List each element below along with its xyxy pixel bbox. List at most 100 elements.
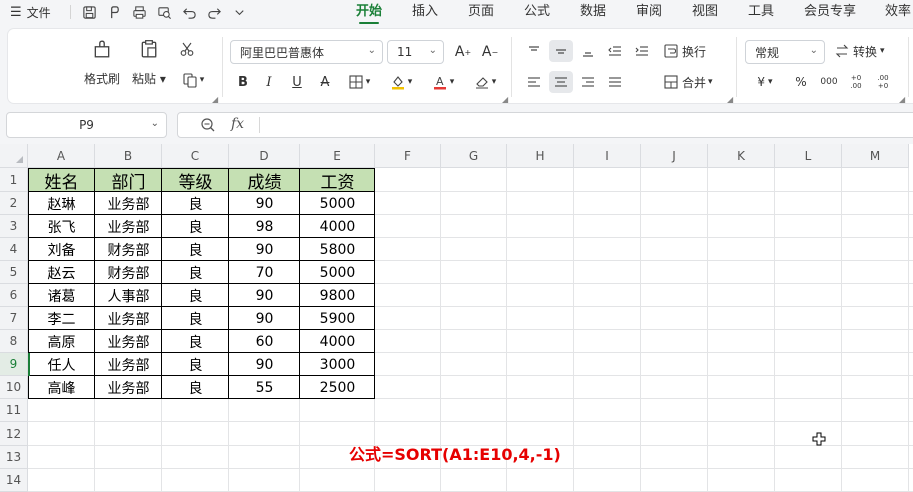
italic-icon[interactable]: I <box>260 72 278 92</box>
table-cell[interactable]: 赵琳 <box>28 192 95 215</box>
table-cell[interactable]: 财务部 <box>95 238 162 261</box>
spreadsheet-grid[interactable]: ABCDEFGHIJKLM 1 2 3 4 5 6 7 8 9 10 11 12 13 14 姓名 部门 等级… <box>0 144 913 492</box>
table-cell[interactable]: 70 <box>229 261 300 284</box>
align-left-icon[interactable] <box>523 71 545 93</box>
table-header-cell[interactable]: 姓名 <box>28 168 95 193</box>
row-header[interactable]: 1 <box>0 168 28 192</box>
font-launcher-icon[interactable]: ◢ <box>502 95 508 104</box>
clipboard-launcher-icon[interactable]: ◢ <box>212 95 218 104</box>
table-cell[interactable]: 98 <box>229 215 300 238</box>
undo-icon[interactable] <box>177 1 202 23</box>
column-header[interactable]: I <box>574 144 641 168</box>
paste-icon[interactable] <box>137 37 161 61</box>
row-header[interactable]: 4 <box>0 238 28 261</box>
column-header[interactable]: K <box>708 144 775 168</box>
copy-icon[interactable]: ▾ <box>176 69 210 91</box>
column-header[interactable]: J <box>641 144 708 168</box>
column-header[interactable]: H <box>507 144 574 168</box>
tab-home[interactable]: 开始 <box>356 0 382 24</box>
table-header-cell[interactable]: 成绩 <box>229 168 300 193</box>
fill-color-icon[interactable]: ▾ <box>384 71 418 93</box>
table-cell[interactable]: 任人 <box>28 353 95 376</box>
table-cell[interactable]: 良 <box>162 353 229 376</box>
number-format-select[interactable]: 常规 ⌄ <box>745 40 825 64</box>
column-header[interactable]: L <box>775 144 842 168</box>
table-cell[interactable]: 业务部 <box>95 376 162 399</box>
table-cell[interactable]: 5000 <box>300 261 375 284</box>
column-header[interactable]: G <box>441 144 507 168</box>
table-cell[interactable]: 良 <box>162 376 229 399</box>
format-painter-label[interactable]: 格式刷 <box>84 70 120 87</box>
table-header-cell[interactable]: 工资 <box>300 168 375 193</box>
paste-label[interactable]: 粘贴 ▾ <box>132 70 166 87</box>
align-top-icon[interactable] <box>523 40 545 62</box>
tab-tools[interactable]: 工具 <box>748 0 774 24</box>
table-cell[interactable]: 9800 <box>300 284 375 307</box>
table-header-cell[interactable]: 部门 <box>95 168 162 193</box>
table-cell[interactable]: 良 <box>162 284 229 307</box>
table-cell[interactable]: 55 <box>229 376 300 399</box>
table-cell[interactable]: 2500 <box>300 376 375 399</box>
align-center-icon[interactable] <box>549 71 573 93</box>
clear-format-icon[interactable]: ▾ <box>468 71 502 93</box>
redo-icon[interactable] <box>202 1 227 23</box>
more-chevron-icon[interactable] <box>227 1 252 23</box>
table-cell[interactable]: 4000 <box>300 330 375 353</box>
save-icon[interactable] <box>77 1 102 23</box>
align-middle-icon[interactable] <box>549 40 573 62</box>
zoom-icon[interactable] <box>200 117 216 133</box>
table-cell[interactable]: 90 <box>229 353 300 376</box>
table-cell[interactable]: 业务部 <box>95 307 162 330</box>
cut-icon[interactable] <box>176 38 198 60</box>
increase-decimal-icon[interactable]: +0 .00 <box>845 71 867 93</box>
tab-insert[interactable]: 插入 <box>412 0 438 24</box>
strikethrough-icon[interactable]: A <box>316 72 334 92</box>
row-header[interactable]: 14 <box>0 469 28 492</box>
row-header[interactable]: 13 <box>0 446 28 469</box>
select-all-corner[interactable] <box>0 144 28 168</box>
column-header[interactable]: M <box>842 144 909 168</box>
font-size-select[interactable]: 11 ⌄ <box>387 40 444 64</box>
row-header[interactable]: 9 <box>0 353 28 376</box>
table-cell[interactable]: 业务部 <box>95 330 162 353</box>
table-cell[interactable]: 业务部 <box>95 215 162 238</box>
row-header[interactable]: 6 <box>0 284 28 307</box>
table-cell[interactable]: 财务部 <box>95 261 162 284</box>
table-cell[interactable]: 良 <box>162 215 229 238</box>
row-header[interactable]: 3 <box>0 215 28 238</box>
table-cell[interactable]: 良 <box>162 330 229 353</box>
underline-icon[interactable]: U <box>288 72 306 92</box>
tab-efficiency[interactable]: 效率 <box>885 0 911 24</box>
table-cell[interactable]: 5900 <box>300 307 375 330</box>
borders-icon[interactable]: ▾ <box>343 71 375 93</box>
row-header[interactable]: 11 <box>0 399 28 422</box>
alignment-launcher-icon[interactable]: ◢ <box>727 95 733 104</box>
column-header[interactable]: A <box>28 144 95 168</box>
export-pdf-icon[interactable] <box>102 1 127 23</box>
table-cell[interactable]: 业务部 <box>95 353 162 376</box>
table-cell[interactable]: 良 <box>162 307 229 330</box>
table-cell[interactable]: 90 <box>229 192 300 215</box>
table-cell[interactable]: 业务部 <box>95 192 162 215</box>
row-header[interactable]: 5 <box>0 261 28 284</box>
table-cell[interactable]: 良 <box>162 261 229 284</box>
align-right-icon[interactable] <box>577 71 599 93</box>
table-cell[interactable]: 4000 <box>300 215 375 238</box>
table-cell[interactable]: 90 <box>229 238 300 261</box>
table-cell[interactable]: 刘备 <box>28 238 95 261</box>
table-cell[interactable]: 5000 <box>300 192 375 215</box>
font-color-icon[interactable]: A ▾ <box>426 71 460 93</box>
increase-indent-icon[interactable] <box>631 40 653 62</box>
table-cell[interactable]: 李二 <box>28 307 95 330</box>
tab-formulas[interactable]: 公式 <box>524 0 550 24</box>
row-header[interactable]: 2 <box>0 192 28 215</box>
column-header[interactable]: B <box>95 144 162 168</box>
column-header[interactable]: D <box>229 144 300 168</box>
decrease-decimal-icon[interactable]: .00 +0 <box>872 71 894 93</box>
number-launcher-icon[interactable]: ◢ <box>899 95 905 104</box>
currency-icon[interactable]: ¥ ▾ <box>749 71 781 93</box>
table-cell[interactable]: 90 <box>229 284 300 307</box>
table-cell[interactable]: 高原 <box>28 330 95 353</box>
column-header[interactable]: F <box>375 144 441 168</box>
row-header[interactable]: 12 <box>0 422 28 446</box>
